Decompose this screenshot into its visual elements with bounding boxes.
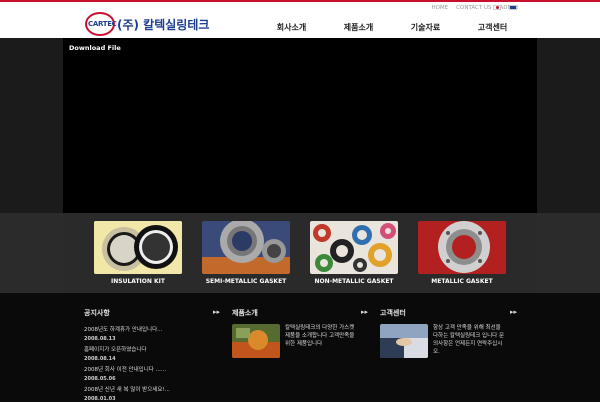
notice-date: 2008.01.03 — [84, 396, 116, 402]
product-label: INSULATION KIT — [111, 278, 165, 285]
product-strip: INSULATION KIT SEMI-METALLIC GASKET NON-… — [63, 213, 537, 293]
semi-metallic-gasket-image — [202, 221, 290, 274]
english-flag-icon[interactable] — [509, 5, 517, 10]
support-title: 고객센터 — [380, 309, 406, 317]
notice-title: 공지사항 — [84, 309, 110, 317]
product-news-text: 칼텍실링테크의 다양한 가스켓 제품을 소개합니다 고객만족을 위한 제품입니다 — [285, 325, 355, 347]
korean-flag-icon[interactable] — [493, 5, 501, 10]
notice-item[interactable]: 홈페이지가 오픈하였습니다 — [84, 345, 224, 353]
product-semi-metallic-gasket[interactable]: SEMI-METALLIC GASKET — [202, 221, 290, 285]
metallic-gasket-image — [418, 221, 506, 274]
support-thumbnail[interactable] — [380, 324, 428, 358]
insulation-kit-image — [94, 221, 182, 274]
contact-us-link[interactable]: CONTACT US — [456, 5, 491, 11]
notice-item[interactable]: 2008년 신년 새 복 많이 받으세요!... — [84, 385, 224, 393]
company-name: (주) 칼텍실링테크 — [117, 18, 210, 32]
product-news-title-wrap: 제품소개 — [232, 308, 258, 318]
header: CARTEC (주) 칼텍실링테크 HOME CONTACT US ADMIN … — [0, 0, 600, 38]
product-metallic-gasket[interactable]: METALLIC GASKET — [418, 221, 506, 285]
company-logo[interactable]: CARTEC (주) 칼텍실링테크 — [85, 12, 209, 36]
notice-item[interactable]: 2008년도 하계휴가 안내입니다... — [84, 325, 224, 333]
nav-item-company[interactable]: 회사소개 — [258, 22, 325, 33]
right-side-panel — [537, 38, 600, 293]
notice-board: 공지사항 2008년도 하계휴가 안내입니다... 2008.08.13 홈페이… — [84, 308, 224, 402]
product-non-metallic-gasket[interactable]: NON-METALLIC GASKET — [310, 221, 398, 285]
nav-item-support[interactable]: 고객센터 — [459, 22, 526, 33]
nav-item-products[interactable]: 제품소개 — [325, 22, 392, 33]
product-news-thumbnail[interactable] — [232, 324, 280, 358]
download-file-link[interactable]: Download File — [69, 44, 121, 52]
notice-date: 2008.08.14 — [84, 356, 116, 362]
notice-date: 2008.05.06 — [84, 376, 116, 382]
support-more-icon[interactable]: ▸▸ — [510, 308, 517, 316]
support-title-wrap: 고객센터 — [380, 308, 406, 318]
main-nav: 회사소개 제품소개 기술자료 고객센터 — [258, 22, 526, 33]
product-insulation-kit[interactable]: INSULATION KIT — [94, 221, 182, 285]
flash-stage: Download File — [63, 38, 537, 213]
notice-date: 2008.08.13 — [84, 336, 116, 342]
product-label: SEMI-METALLIC GASKET — [205, 278, 287, 285]
language-switch — [493, 5, 517, 10]
notice-more-icon[interactable]: ▸▸ — [213, 308, 220, 316]
footer-content: 공지사항 2008년도 하계휴가 안내입니다... 2008.08.13 홈페이… — [0, 293, 600, 402]
left-side-panel — [0, 38, 63, 293]
logo-mark: CARTEC — [85, 12, 117, 36]
notice-item[interactable]: 2008년 회사 이전 안내입니다 ...... — [84, 365, 224, 373]
non-metallic-gasket-image — [310, 221, 398, 274]
product-news-more-icon[interactable]: ▸▸ — [361, 308, 368, 316]
product-news-title: 제품소개 — [232, 309, 258, 317]
product-label: METALLIC GASKET — [431, 278, 493, 285]
home-link[interactable]: HOME — [431, 5, 448, 11]
support-text: 항상 고객 만족을 위해 최선을 다하는 칼텍실링테크 입니다 문의사항은 언제… — [433, 325, 505, 355]
nav-item-technical[interactable]: 기술자료 — [392, 22, 459, 33]
product-label: NON-METALLIC GASKET — [314, 278, 394, 285]
